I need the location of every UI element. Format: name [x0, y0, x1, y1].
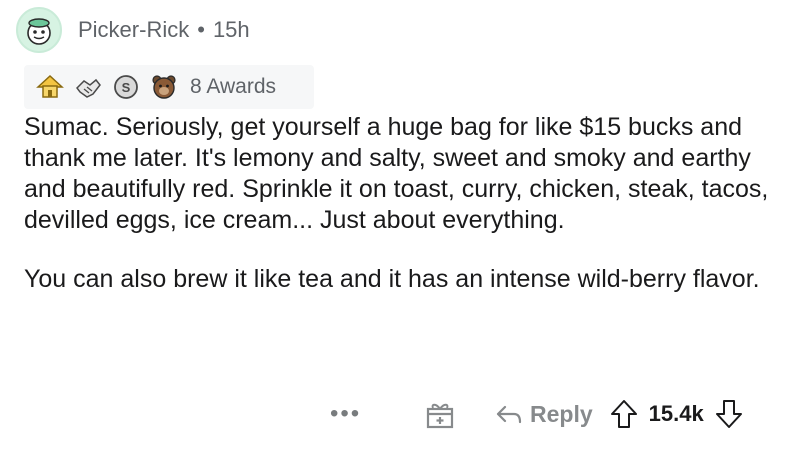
- downvote-arrow-icon[interactable]: [714, 398, 744, 430]
- handshake-award-icon: [72, 71, 104, 103]
- awards-count: 8 Awards: [190, 75, 276, 98]
- username-link[interactable]: Picker-Rick: [78, 17, 189, 43]
- comment-paragraph: Sumac. Seriously, get yourself a huge ba…: [24, 113, 769, 234]
- more-options-button[interactable]: •••: [330, 400, 380, 428]
- svg-text:S: S: [122, 80, 131, 95]
- silver-coin-award-icon: S: [110, 71, 142, 103]
- comment-header: Picker-Rick • 15h: [16, 7, 250, 53]
- avatar[interactable]: [16, 7, 62, 53]
- snoo-avatar-icon: [27, 18, 51, 45]
- comment-actions: ••• Reply 15.4k: [320, 392, 790, 436]
- awards-bar[interactable]: S 8 Awards: [24, 65, 314, 109]
- separator-dot: •: [197, 17, 205, 42]
- vote-score: 15.4k: [648, 401, 704, 426]
- give-award-button[interactable]: [420, 394, 460, 434]
- reply-label: Reply: [530, 400, 593, 427]
- timestamp[interactable]: 15h: [213, 17, 250, 43]
- reply-arrow-icon: [496, 405, 522, 424]
- vote-controls: 15.4k: [609, 398, 744, 430]
- bear-award-icon: [148, 71, 180, 103]
- upvote-arrow-icon[interactable]: [609, 398, 639, 430]
- reply-button[interactable]: Reply: [494, 399, 593, 429]
- gift-icon: [426, 403, 454, 429]
- house-award-icon: [34, 71, 66, 103]
- comment-body: Sumac. Seriously, get yourself a huge ba…: [24, 112, 784, 295]
- comment-paragraph: You can also brew it like tea and it has…: [24, 265, 760, 293]
